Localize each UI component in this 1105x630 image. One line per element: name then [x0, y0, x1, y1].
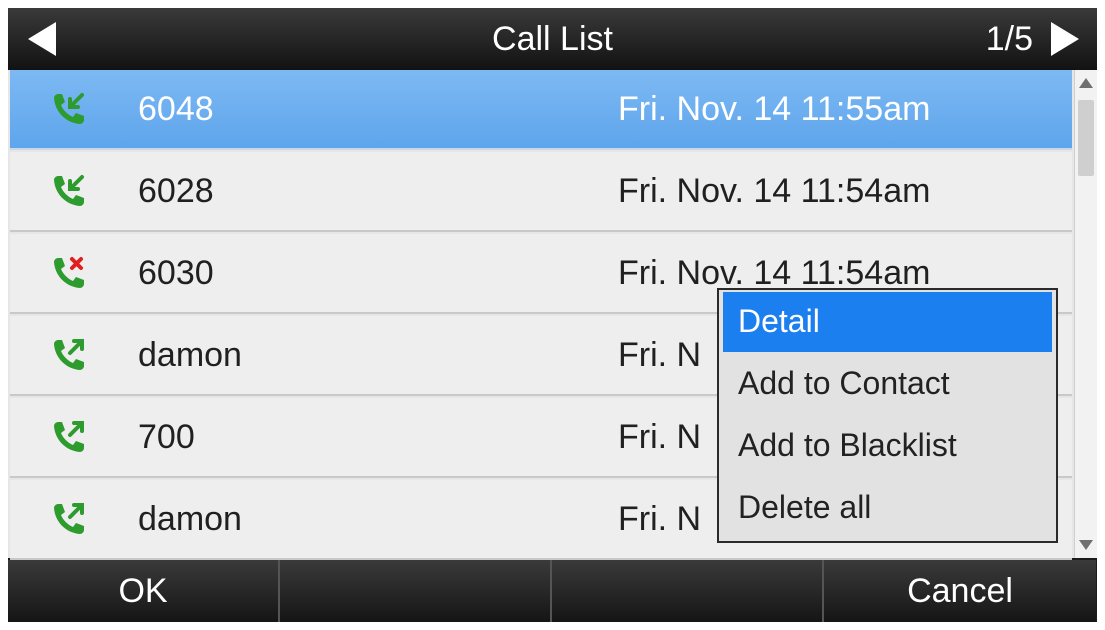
menu-item-add-to-contact[interactable]: Add to Contact — [723, 354, 1052, 414]
missed-call-icon — [54, 257, 84, 288]
scrollbar-thumb[interactable] — [1078, 100, 1094, 176]
call-name: 700 — [138, 418, 195, 456]
call-time: Fri. N — [618, 500, 702, 538]
call-name: damon — [138, 336, 242, 374]
call-name: 6030 — [138, 254, 214, 292]
phone-screen: Call List 1/5 6048 Fri. Nov. 14 11:55am … — [8, 8, 1097, 622]
scrollbar[interactable] — [1074, 70, 1097, 558]
context-menu: Detail Add to Contact Add to Blacklist D… — [717, 288, 1058, 543]
menu-item-detail[interactable]: Detail — [723, 292, 1052, 352]
softkey-bar: OK Cancel — [8, 560, 1097, 622]
outgoing-call-icon — [54, 503, 84, 534]
cancel-button[interactable]: Cancel — [824, 560, 1096, 622]
incoming-call-icon — [54, 175, 84, 206]
softkey-3[interactable] — [552, 560, 824, 622]
ok-button[interactable]: OK — [8, 560, 280, 622]
right-arrow-icon[interactable] — [1051, 22, 1079, 56]
softkey-2[interactable] — [280, 560, 552, 622]
call-name: damon — [138, 500, 242, 538]
incoming-call-icon — [54, 93, 84, 124]
call-time: Fri. Nov. 14 11:55am — [618, 90, 931, 128]
outgoing-call-icon — [54, 421, 84, 452]
scroll-up-icon[interactable] — [1079, 78, 1093, 88]
call-name: 6028 — [138, 172, 214, 210]
scroll-down-icon[interactable] — [1079, 540, 1093, 550]
outgoing-call-icon — [54, 339, 84, 370]
call-name: 6048 — [138, 90, 214, 128]
menu-item-add-to-blacklist[interactable]: Add to Blacklist — [723, 416, 1052, 476]
menu-item-delete-all[interactable]: Delete all — [723, 478, 1052, 538]
call-row[interactable]: 6048 Fri. Nov. 14 11:55am — [10, 70, 1072, 150]
call-time: Fri. Nov. 14 11:54am — [618, 172, 931, 210]
call-row[interactable]: 6028 Fri. Nov. 14 11:54am — [10, 152, 1072, 232]
page-title: Call List — [492, 20, 613, 58]
call-time: Fri. N — [618, 336, 702, 374]
call-time: Fri. N — [618, 418, 702, 456]
page-indicator: 1/5 — [985, 20, 1033, 58]
title-bar: Call List 1/5 — [8, 8, 1097, 70]
